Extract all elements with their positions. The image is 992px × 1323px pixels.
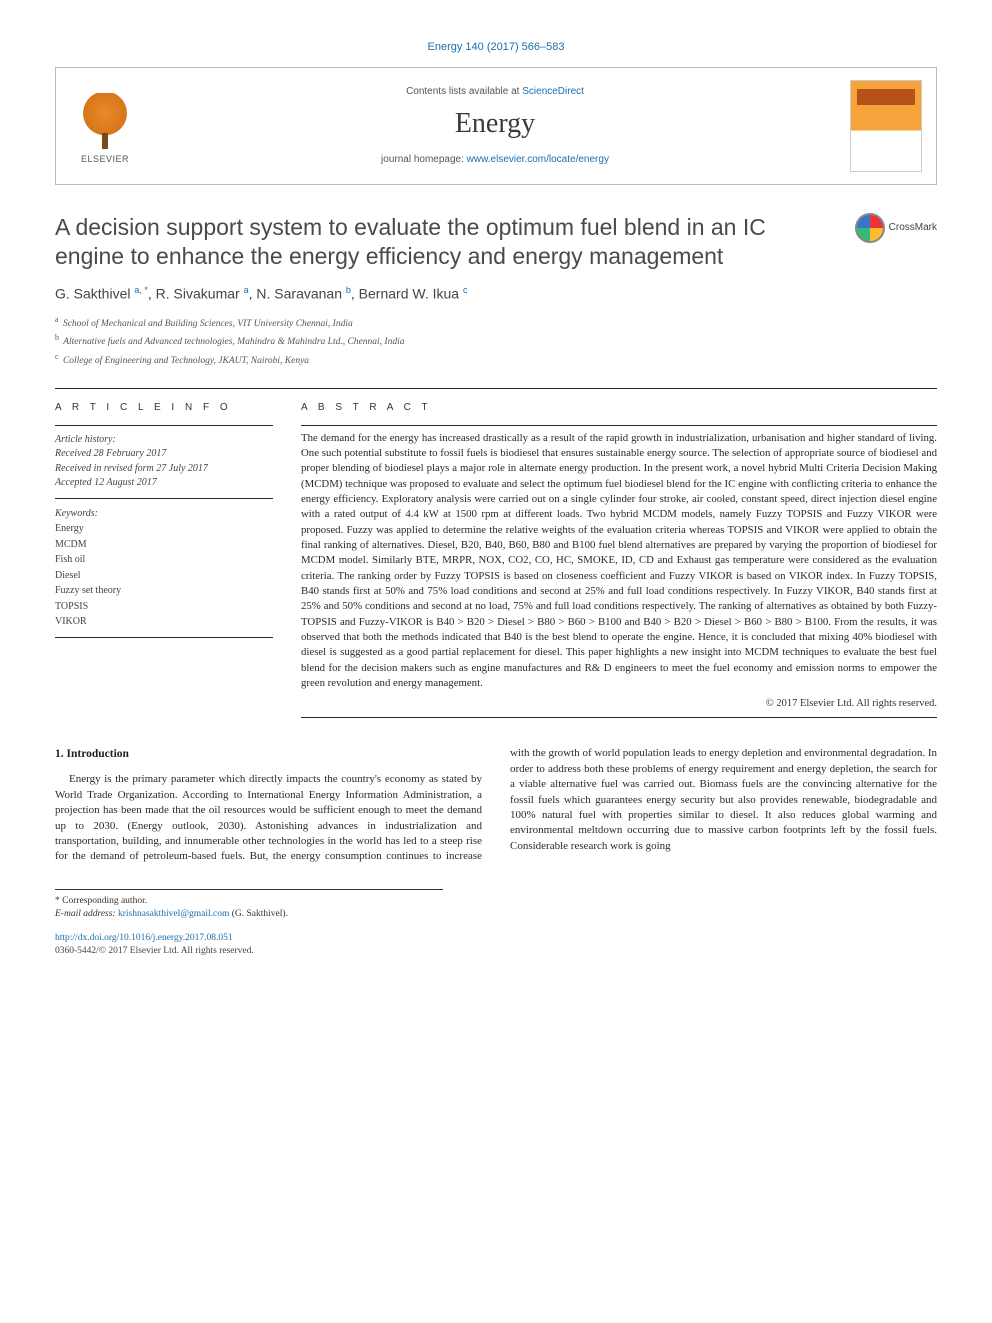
received-date: Received 28 February 2017 [55,448,166,459]
citation-header: Energy 140 (2017) 566–583 [55,40,937,55]
publisher-name: ELSEVIER [81,153,129,165]
introduction-heading: 1. Introduction [55,746,482,762]
journal-name: Energy [156,105,834,143]
article-title: A decision support system to evaluate th… [55,213,837,271]
author-email-link[interactable]: krishnasakthivel@gmail.com [118,909,229,919]
corresponding-label: * Corresponding author. [55,895,443,908]
doi-link[interactable]: http://dx.doi.org/10.1016/j.energy.2017.… [55,933,233,943]
introduction-section: 1. Introduction Energy is the primary pa… [55,746,937,864]
corresponding-author-footnote: * Corresponding author. E-mail address: … [55,889,443,921]
doi-footer: http://dx.doi.org/10.1016/j.energy.2017.… [55,932,937,958]
email-label: E-mail address: [55,909,118,919]
affiliation-line: b Alternative fuels and Advanced technol… [55,332,937,349]
elsevier-tree-icon [75,93,135,151]
crossmark-label: CrossMark [889,221,937,235]
revised-date: Received in revised form 27 July 2017 [55,463,208,474]
accepted-date: Accepted 12 August 2017 [55,477,157,488]
affiliation-line: c College of Engineering and Technology,… [55,351,937,368]
article-info-heading: A R T I C L E I N F O [55,389,273,425]
article-history: Article history: Received 28 February 20… [55,426,273,498]
abstract-column: A B S T R A C T The demand for the energ… [301,389,937,718]
journal-homepage-line: journal homepage: www.elsevier.com/locat… [156,153,834,167]
keywords-label: Keywords: [55,506,273,522]
journal-header-box: ELSEVIER Contents lists available at Sci… [55,67,937,185]
sciencedirect-link[interactable]: ScienceDirect [522,86,584,97]
abstract-text: The demand for the energy has increased … [301,426,937,692]
contents-prefix: Contents lists available at [406,86,522,97]
keywords-block: Keywords: EnergyMCDMFish oilDieselFuzzy … [55,499,273,637]
journal-cover-thumbnail [850,80,922,172]
history-label: Article history: [55,434,116,445]
email-person: (G. Sakthivel). [229,909,288,919]
homepage-prefix: journal homepage: [381,154,467,165]
crossmark-icon [855,213,885,243]
issn-copyright-line: 0360-5442/© 2017 Elsevier Ltd. All right… [55,946,254,956]
abstract-copyright: © 2017 Elsevier Ltd. All rights reserved… [301,697,937,711]
abstract-heading: A B S T R A C T [301,389,937,425]
introduction-paragraph: Energy is the primary parameter which di… [55,746,937,864]
contents-available-line: Contents lists available at ScienceDirec… [156,85,834,99]
affiliations-block: a School of Mechanical and Building Scie… [55,314,937,368]
elsevier-logo: ELSEVIER [70,87,140,165]
article-info-column: A R T I C L E I N F O Article history: R… [55,389,273,718]
journal-homepage-link[interactable]: www.elsevier.com/locate/energy [467,154,609,165]
crossmark-widget[interactable]: CrossMark [855,213,937,243]
affiliation-line: a School of Mechanical and Building Scie… [55,314,937,331]
authors-line: G. Sakthivel a, *, R. Sivakumar a, N. Sa… [55,284,937,304]
keywords-list: EnergyMCDMFish oilDieselFuzzy set theory… [55,523,121,627]
